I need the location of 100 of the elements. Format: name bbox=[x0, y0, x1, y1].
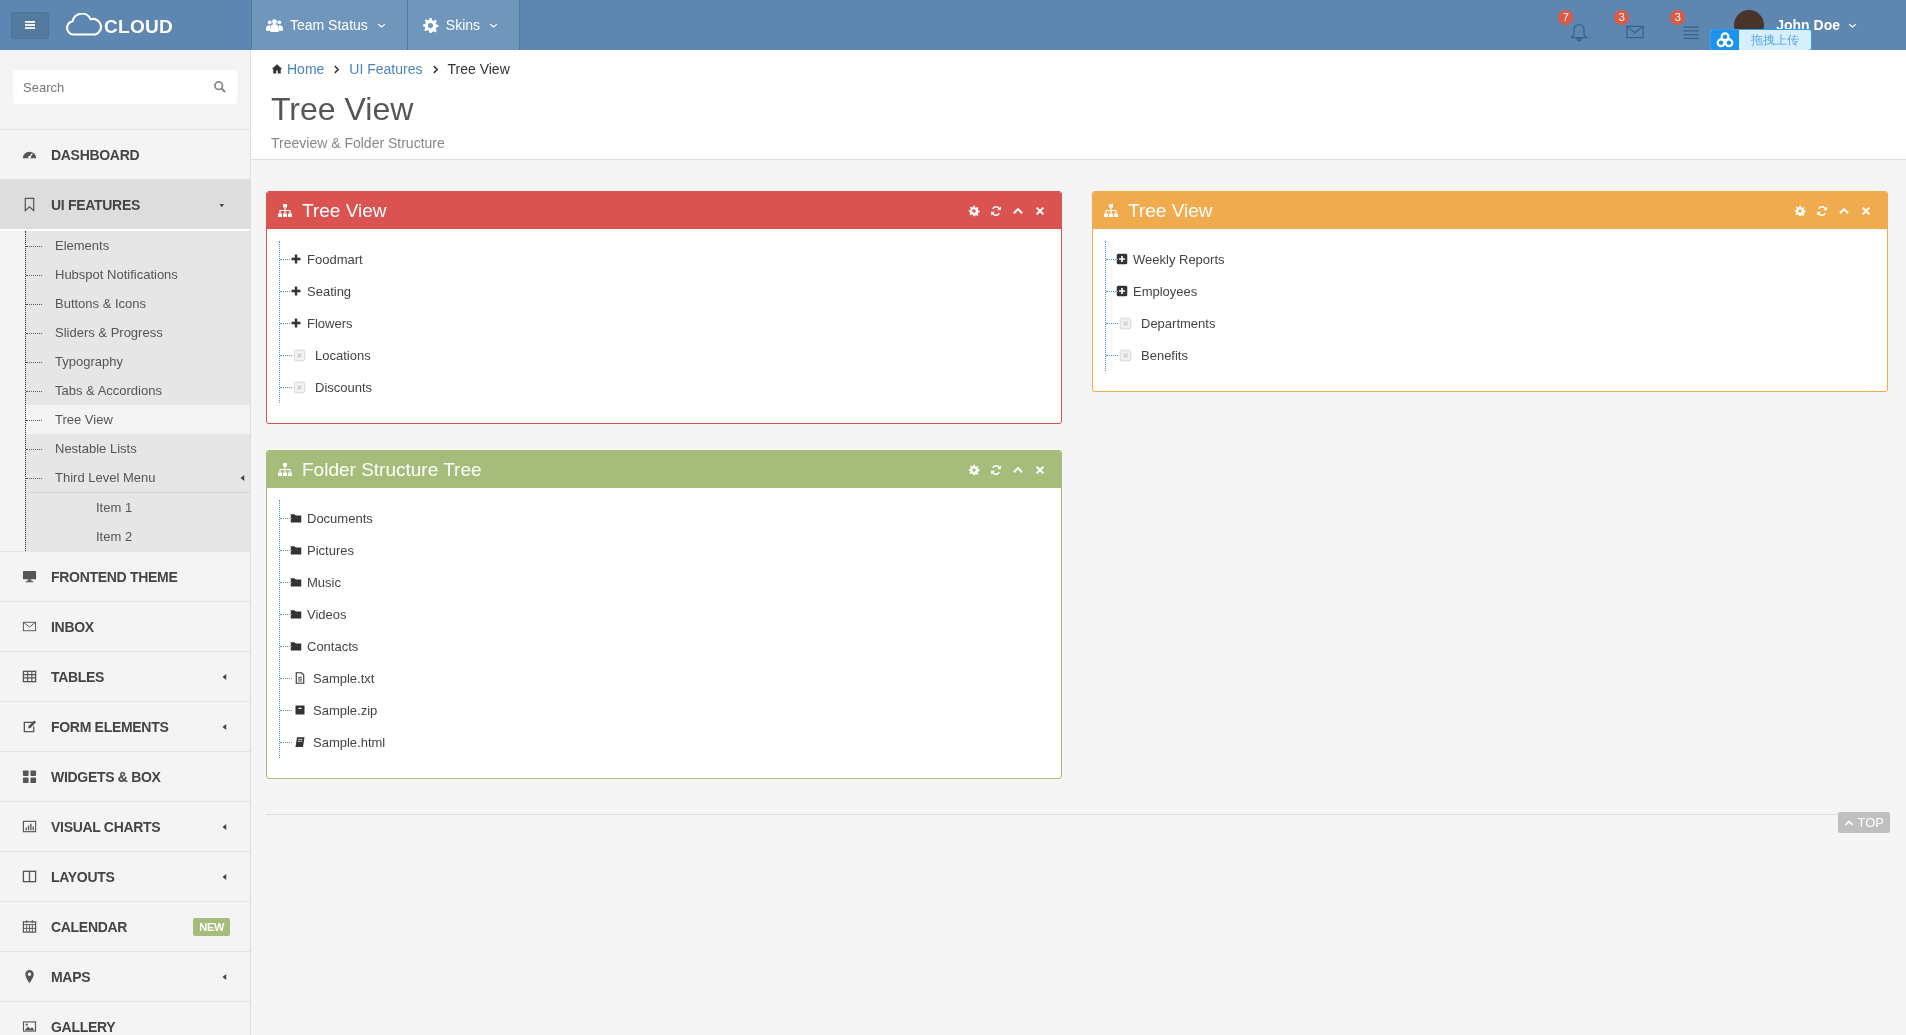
calendar-icon bbox=[22, 919, 37, 934]
tree-node[interactable]: Foodmart bbox=[307, 251, 363, 267]
submenu-item[interactable]: Sliders & Progress bbox=[26, 318, 250, 347]
folder-icon bbox=[290, 512, 302, 524]
submenu-item[interactable]: Nestable Lists bbox=[26, 434, 250, 463]
tree-node[interactable]: Discounts bbox=[315, 379, 373, 395]
sidebar-item[interactable]: UI FEATURES bbox=[0, 180, 250, 231]
breadcrumb-current: Tree View bbox=[447, 61, 510, 77]
envelope-icon bbox=[22, 619, 37, 634]
columns-icon bbox=[22, 869, 37, 884]
chevron-right-icon bbox=[430, 64, 440, 74]
refresh-icon bbox=[989, 463, 1002, 476]
submenu-item[interactable]: Elements bbox=[26, 231, 250, 260]
tree-node[interactable]: Music bbox=[307, 574, 341, 590]
notification-button[interactable]: 3 bbox=[1670, 10, 1705, 44]
sidebar-item[interactable]: TABLES bbox=[0, 652, 250, 701]
unchecked-box-icon bbox=[293, 348, 306, 362]
tree-node[interactable]: Weekly Reports bbox=[1133, 251, 1225, 267]
folder-icon bbox=[290, 544, 302, 556]
sitemap-icon bbox=[277, 202, 293, 219]
panel-title: Tree View bbox=[1128, 199, 1214, 222]
panel-title: Tree View bbox=[302, 199, 388, 222]
submenu-item[interactable]: Item 1 bbox=[26, 493, 250, 522]
close-icon bbox=[1859, 204, 1872, 217]
tree-node[interactable]: Pictures bbox=[307, 542, 354, 558]
search-field[interactable]: Search bbox=[13, 70, 237, 104]
tree-node[interactable]: Contacts bbox=[307, 638, 359, 654]
unchecked-box-icon bbox=[293, 380, 306, 394]
folder-icon bbox=[290, 640, 302, 652]
sidebar-item[interactable]: FORM ELEMENTS bbox=[0, 702, 250, 751]
breadcrumb-link[interactable]: UI Features bbox=[349, 61, 423, 77]
tree-node[interactable]: Seating bbox=[307, 283, 352, 299]
submenu-item[interactable]: Tabs & Accordions bbox=[26, 376, 250, 405]
sidebar-item[interactable]: FRONTEND THEME bbox=[0, 552, 250, 601]
monitor-icon bbox=[22, 569, 37, 584]
tree-node[interactable]: Locations bbox=[315, 347, 371, 363]
bookmark-icon bbox=[22, 197, 37, 212]
table-icon bbox=[22, 669, 37, 684]
close-icon bbox=[1033, 463, 1046, 476]
tree-node[interactable]: Sample.html bbox=[313, 734, 386, 750]
close-icon bbox=[1033, 204, 1046, 217]
submenu-item[interactable]: Item 2 bbox=[26, 522, 250, 551]
sidebar-item[interactable]: GALLERY bbox=[0, 1002, 250, 1035]
search-icon bbox=[213, 80, 227, 94]
plus-icon bbox=[290, 253, 302, 265]
sidebar-item[interactable]: VISUAL CHARTS bbox=[0, 802, 250, 851]
page-title: Tree View bbox=[271, 91, 415, 127]
plus-icon bbox=[290, 317, 302, 329]
panel-title: Folder Structure Tree bbox=[302, 458, 483, 481]
tree-node[interactable]: Documents bbox=[307, 510, 373, 526]
book-icon bbox=[294, 736, 306, 748]
sidebar-item[interactable]: DASHBOARD bbox=[0, 130, 250, 179]
new-badge: NEW bbox=[193, 917, 230, 936]
tree-node[interactable]: Videos bbox=[307, 606, 347, 622]
menu-button[interactable] bbox=[11, 11, 49, 39]
gear-button[interactable] bbox=[966, 462, 981, 477]
sidebar-item[interactable]: LAYOUTS bbox=[0, 852, 250, 901]
sitemap-icon bbox=[277, 461, 293, 478]
map-marker-icon bbox=[22, 969, 37, 984]
logo-text: CLOUD bbox=[104, 17, 174, 37]
gear-icon bbox=[1793, 204, 1806, 217]
plus-icon bbox=[290, 285, 302, 297]
refresh-button[interactable] bbox=[1814, 203, 1829, 218]
submenu-item[interactable]: Hubspot Notifications bbox=[26, 260, 250, 289]
folder-icon bbox=[290, 576, 302, 588]
submenu-item[interactable]: Typography bbox=[26, 347, 250, 376]
submenu-item[interactable]: Buttons & Icons bbox=[26, 289, 250, 318]
tree-node[interactable]: Employees bbox=[1133, 283, 1198, 299]
sidebar-item[interactable]: MAPS bbox=[0, 952, 250, 1001]
gear-button[interactable] bbox=[966, 203, 981, 218]
tree-node[interactable]: Benefits bbox=[1141, 347, 1188, 363]
sidebar-item[interactable]: INBOX bbox=[0, 602, 250, 651]
refresh-icon bbox=[1815, 204, 1828, 217]
sidebar-item[interactable]: WIDGETS & BOX bbox=[0, 752, 250, 801]
count-badge: 3 bbox=[1614, 10, 1630, 25]
bar-chart-icon bbox=[22, 819, 37, 834]
notification-button[interactable]: 3 bbox=[1614, 10, 1649, 44]
tree-node[interactable]: Sample.txt bbox=[313, 670, 375, 686]
breadcrumb-link[interactable]: Home bbox=[287, 61, 325, 77]
chevron-right-icon bbox=[332, 64, 342, 74]
gear-icon bbox=[967, 463, 980, 476]
submenu-item[interactable]: Tree View bbox=[26, 405, 250, 434]
gear-icon bbox=[421, 16, 439, 34]
sidebar-item[interactable]: CALENDAR NEW bbox=[0, 902, 250, 951]
tree-node[interactable]: Sample.zip bbox=[313, 702, 378, 718]
gear-button[interactable] bbox=[1792, 203, 1807, 218]
folder-icon bbox=[290, 608, 302, 620]
refresh-button[interactable] bbox=[988, 462, 1003, 477]
home-icon bbox=[271, 63, 283, 75]
submenu-item[interactable]: Third Level Menu bbox=[26, 463, 250, 492]
tree-node[interactable]: Departments bbox=[1141, 315, 1216, 331]
unchecked-box-icon bbox=[1119, 316, 1132, 330]
refresh-button[interactable] bbox=[988, 203, 1003, 218]
refresh-icon bbox=[989, 204, 1002, 217]
plus-square-icon bbox=[1116, 253, 1128, 265]
tree-node[interactable]: Flowers bbox=[307, 315, 353, 331]
archive-icon bbox=[294, 704, 306, 716]
people-icon bbox=[266, 16, 283, 34]
notification-button[interactable]: 7 bbox=[1558, 10, 1593, 44]
gear-icon bbox=[967, 204, 980, 217]
